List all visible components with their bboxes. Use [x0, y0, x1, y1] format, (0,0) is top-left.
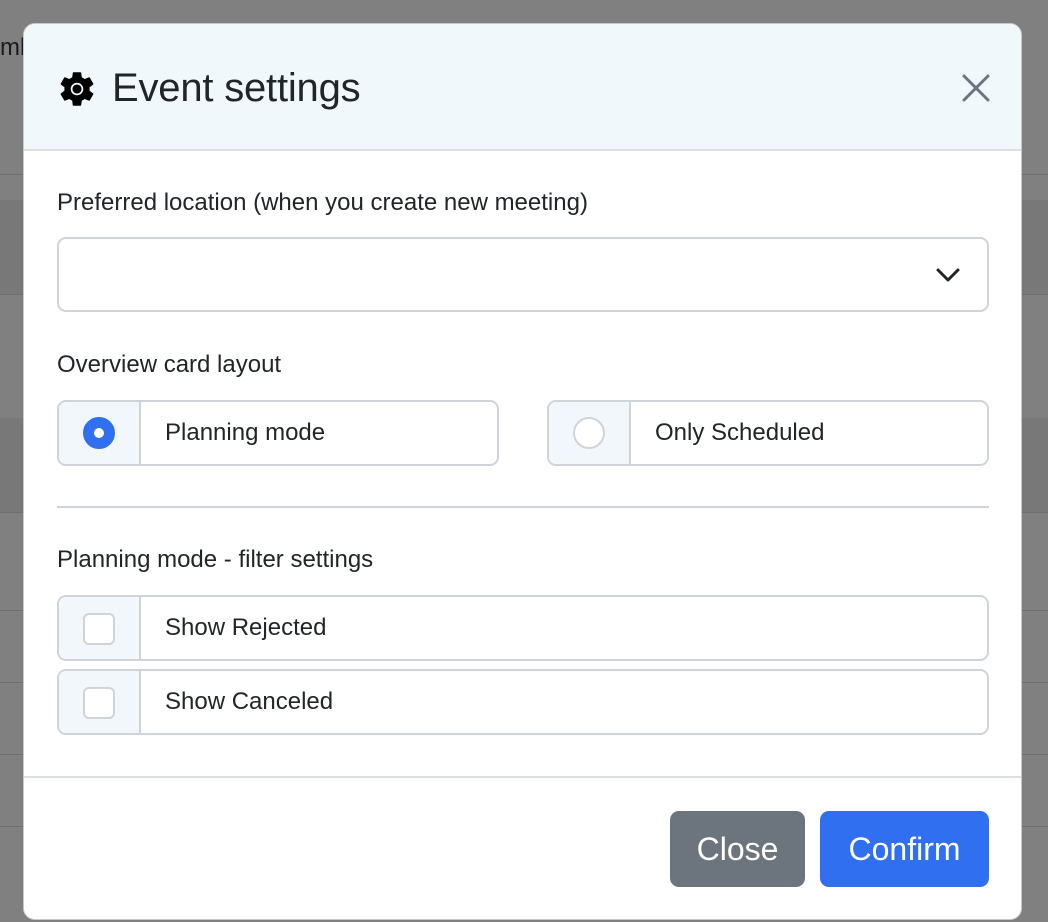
- radio-option-only-scheduled[interactable]: Only Scheduled: [547, 400, 989, 466]
- show-canceled-label: Show Canceled: [165, 688, 334, 715]
- show-rejected-label: Show Rejected: [165, 614, 327, 641]
- modal-footer: Close Confirm: [24, 776, 1021, 919]
- close-button[interactable]: Close: [670, 811, 805, 887]
- overview-layout-label: Overview card layout: [57, 351, 282, 378]
- event-settings-modal: Event settings Preferred location (when …: [23, 23, 1022, 920]
- checkbox-option-show-rejected[interactable]: Show Rejected: [57, 595, 989, 661]
- section-divider: [57, 506, 989, 508]
- gear-icon: [60, 72, 94, 106]
- modal-header: Event settings: [24, 24, 1021, 151]
- planning-mode-radio[interactable]: [83, 417, 115, 449]
- radio-option-planning-mode[interactable]: Planning mode: [57, 400, 499, 466]
- modal-body: Preferred location (when you create new …: [24, 151, 1021, 776]
- confirm-button[interactable]: Confirm: [820, 811, 989, 887]
- radio-box: [59, 402, 141, 464]
- radio-box: [549, 402, 631, 464]
- preferred-location-label: Preferred location (when you create new …: [57, 189, 588, 216]
- checkbox-box: [59, 671, 141, 733]
- checkbox-option-show-canceled[interactable]: Show Canceled: [57, 669, 989, 735]
- chevron-down-icon: [936, 268, 960, 282]
- preferred-location-select[interactable]: [57, 237, 989, 312]
- show-canceled-checkbox[interactable]: [83, 687, 115, 719]
- only-scheduled-radio[interactable]: [573, 417, 605, 449]
- checkbox-box: [59, 597, 141, 659]
- only-scheduled-label: Only Scheduled: [655, 419, 825, 446]
- planning-mode-label: Planning mode: [165, 419, 326, 446]
- filter-settings-label: Planning mode - filter settings: [57, 546, 374, 573]
- close-icon[interactable]: [960, 72, 992, 104]
- show-rejected-checkbox[interactable]: [83, 613, 115, 645]
- modal-title: Event settings: [112, 66, 361, 110]
